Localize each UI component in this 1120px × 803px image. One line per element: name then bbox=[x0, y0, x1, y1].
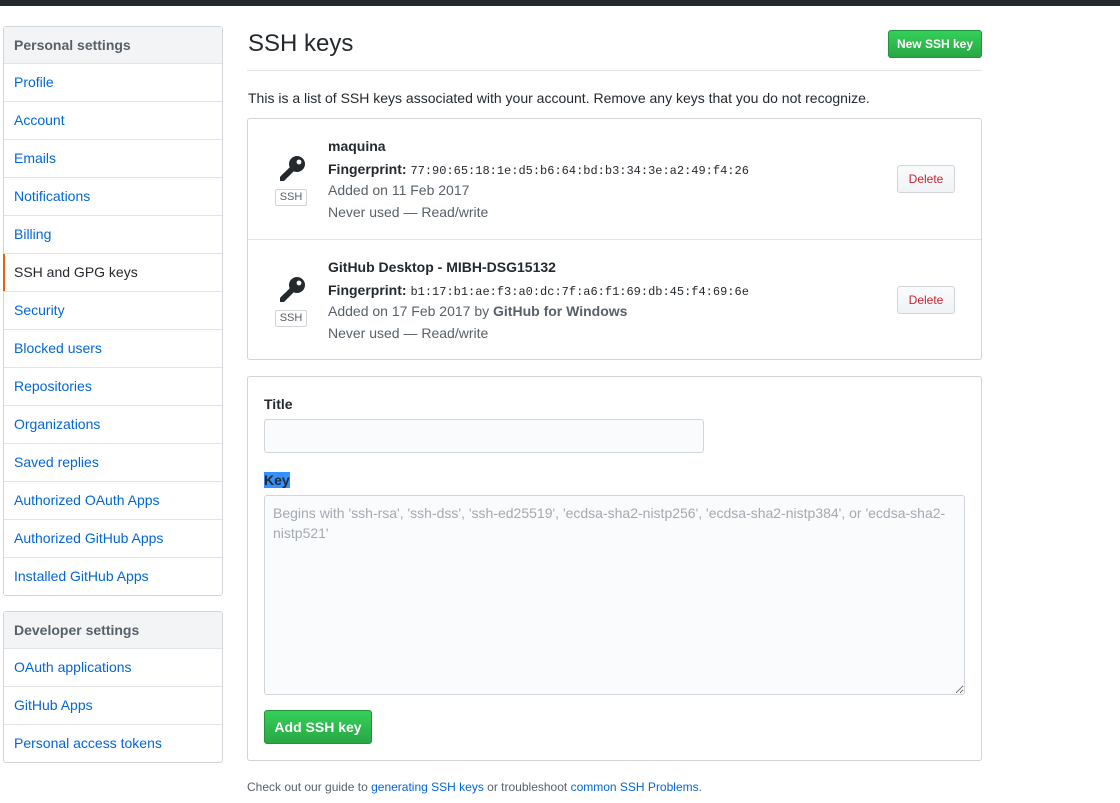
added-text: Added on 11 Feb 2017 bbox=[328, 182, 470, 198]
personal-settings-heading: Personal settings bbox=[4, 27, 222, 64]
personal-settings-menu: Personal settings Profile Account Emails… bbox=[3, 26, 223, 596]
fingerprint-value: 77:90:65:18:1e:d5:b6:64:bd:b3:34:3e:a2:4… bbox=[410, 164, 749, 178]
new-ssh-key-button[interactable]: New SSH key bbox=[888, 30, 982, 58]
sidebar-item-oauth-applications[interactable]: OAuth applications bbox=[4, 649, 222, 687]
sidebar-item-repositories[interactable]: Repositories bbox=[4, 368, 222, 406]
sidebar-item-security[interactable]: Security bbox=[4, 292, 222, 330]
key-fingerprint: Fingerprint: b1:17:b1:ae:f3:a0:dc:7f:a6:… bbox=[328, 282, 749, 299]
fingerprint-label: Fingerprint: bbox=[328, 161, 407, 177]
ssh-key-row: SSH maquina Fingerprint: 77:90:65:18:1e:… bbox=[248, 119, 981, 240]
developer-settings-heading: Developer settings bbox=[4, 612, 222, 649]
add-ssh-key-button[interactable]: Add SSH key bbox=[264, 710, 372, 744]
common-ssh-problems-link[interactable]: common SSH Problems bbox=[571, 780, 699, 794]
intro-text: This is a list of SSH keys associated wi… bbox=[248, 90, 870, 106]
sidebar-item-ssh-gpg-keys[interactable]: SSH and GPG keys bbox=[3, 254, 222, 292]
sidebar-item-authorized-oauth-apps[interactable]: Authorized OAuth Apps bbox=[4, 482, 222, 520]
add-ssh-key-form: Title Key Add SSH key bbox=[247, 376, 982, 761]
key-textarea[interactable] bbox=[264, 495, 965, 695]
sidebar-item-account[interactable]: Account bbox=[4, 102, 222, 140]
sidebar-item-authorized-github-apps[interactable]: Authorized GitHub Apps bbox=[4, 520, 222, 558]
key-title: maquina bbox=[328, 138, 386, 154]
sidebar-item-blocked-users[interactable]: Blocked users bbox=[4, 330, 222, 368]
fingerprint-value: b1:17:b1:ae:f3:a0:dc:7f:a6:f1:69:db:45:f… bbox=[410, 285, 749, 299]
key-usage: Never used — Read/write bbox=[328, 204, 489, 220]
added-by: GitHub for Windows bbox=[493, 303, 628, 319]
fingerprint-label: Fingerprint: bbox=[328, 282, 407, 298]
sidebar-item-saved-replies[interactable]: Saved replies bbox=[4, 444, 222, 482]
sidebar-item-profile[interactable]: Profile bbox=[4, 64, 222, 102]
key-icon bbox=[280, 277, 305, 302]
key-added-date: Added on 17 Feb 2017 by GitHub for Windo… bbox=[328, 303, 627, 319]
key-icon bbox=[280, 156, 305, 181]
sidebar-item-billing[interactable]: Billing bbox=[4, 216, 222, 254]
footer-suffix: . bbox=[698, 780, 702, 794]
sidebar-item-personal-access-tokens[interactable]: Personal access tokens bbox=[4, 725, 222, 762]
footer-prefix: Check out our guide to bbox=[247, 780, 368, 794]
sidebar-item-github-apps[interactable]: GitHub Apps bbox=[4, 687, 222, 725]
title-label: Title bbox=[264, 396, 293, 412]
sidebar-item-emails[interactable]: Emails bbox=[4, 140, 222, 178]
key-fingerprint: Fingerprint: 77:90:65:18:1e:d5:b6:64:bd:… bbox=[328, 161, 749, 178]
ssh-badge: SSH bbox=[275, 310, 307, 327]
key-added-date: Added on 11 Feb 2017 bbox=[328, 182, 469, 198]
sidebar-item-installed-github-apps[interactable]: Installed GitHub Apps bbox=[4, 558, 222, 595]
top-bar bbox=[0, 0, 1120, 6]
key-title: GitHub Desktop - MIBH-DSG15132 bbox=[328, 259, 556, 275]
ssh-badge: SSH bbox=[275, 189, 307, 206]
footer-middle: or troubleshoot bbox=[487, 780, 568, 794]
sidebar-item-notifications[interactable]: Notifications bbox=[4, 178, 222, 216]
added-text: Added on 17 Feb 2017 by bbox=[328, 303, 490, 319]
key-label: Key bbox=[264, 472, 290, 488]
page-title: SSH keys bbox=[248, 30, 354, 57]
developer-settings-menu: Developer settings OAuth applications Gi… bbox=[3, 611, 223, 763]
key-usage: Never used — Read/write bbox=[328, 325, 489, 341]
ssh-key-list: SSH maquina Fingerprint: 77:90:65:18:1e:… bbox=[247, 118, 982, 360]
footer-help-text: Check out our guide to generating SSH ke… bbox=[247, 780, 702, 794]
delete-key-button[interactable]: Delete bbox=[897, 165, 955, 193]
generating-ssh-keys-link[interactable]: generating SSH keys bbox=[371, 780, 484, 794]
delete-key-button[interactable]: Delete bbox=[897, 286, 955, 314]
title-input[interactable] bbox=[264, 419, 704, 453]
title-divider bbox=[247, 70, 982, 71]
sidebar-item-organizations[interactable]: Organizations bbox=[4, 406, 222, 444]
ssh-key-row: SSH GitHub Desktop - MIBH-DSG15132 Finge… bbox=[248, 240, 981, 360]
